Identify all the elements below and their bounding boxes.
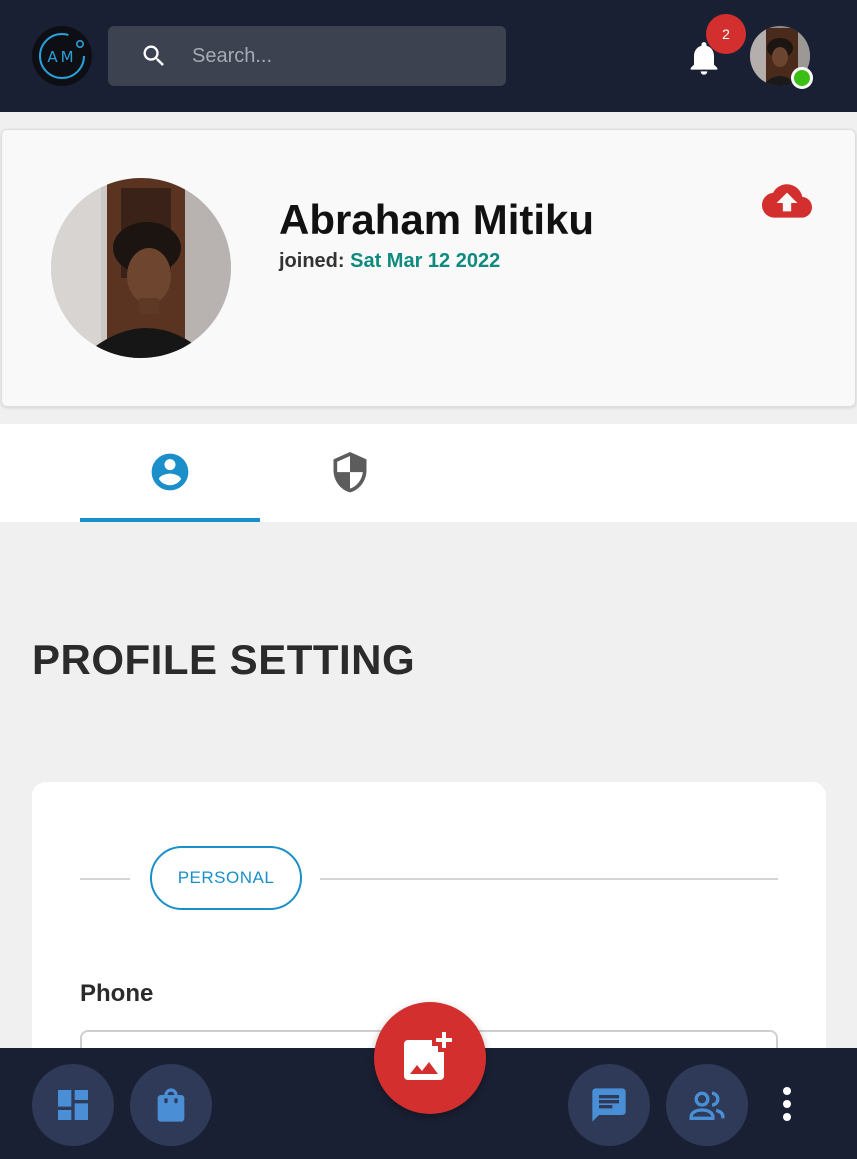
cloud-upload-icon[interactable] — [762, 184, 812, 225]
joined-date: Sat Mar 12 2022 — [350, 250, 501, 272]
account-circle-icon — [151, 453, 189, 491]
phone-label: Phone — [80, 980, 154, 1007]
divider — [80, 878, 130, 880]
joined-label: joined: — [279, 250, 345, 272]
dashboard-button[interactable] — [32, 1064, 114, 1146]
add-photo-icon — [404, 1032, 452, 1080]
people-icon — [689, 1091, 725, 1120]
shop-button[interactable] — [130, 1064, 212, 1146]
top-app-bar: AM 2 — [0, 0, 857, 112]
notification-count-badge: 2 — [706, 14, 746, 54]
messages-button[interactable] — [568, 1064, 650, 1146]
profile-name: Abraham Mitiku — [279, 196, 595, 243]
tab-personal[interactable] — [80, 424, 260, 522]
shopping-bag-icon — [157, 1088, 185, 1122]
profile-avatar[interactable] — [51, 178, 231, 358]
add-post-button[interactable] — [374, 1002, 486, 1114]
page-title: PROFILE SETTING — [32, 636, 416, 683]
chat-icon — [592, 1088, 626, 1122]
profile-tabs — [0, 424, 857, 522]
profile-header-card: Abraham Mitiku joined: Sat Mar 12 2022 — [1, 129, 856, 407]
shield-icon — [333, 452, 367, 493]
joined-info: joined: Sat Mar 12 2022 — [279, 250, 500, 273]
tab-security[interactable] — [260, 424, 440, 522]
logo-text: AM — [47, 48, 76, 66]
search-bar[interactable] — [108, 26, 506, 86]
dashboard-icon — [58, 1090, 88, 1120]
more-vert-icon[interactable] — [776, 1086, 798, 1127]
divider — [320, 878, 778, 880]
app-logo[interactable]: AM — [32, 26, 92, 86]
online-status-dot — [791, 67, 813, 89]
personal-chip[interactable]: PERSONAL — [150, 846, 302, 910]
search-icon — [140, 42, 168, 75]
people-button[interactable] — [666, 1064, 748, 1146]
search-input[interactable] — [192, 40, 482, 72]
